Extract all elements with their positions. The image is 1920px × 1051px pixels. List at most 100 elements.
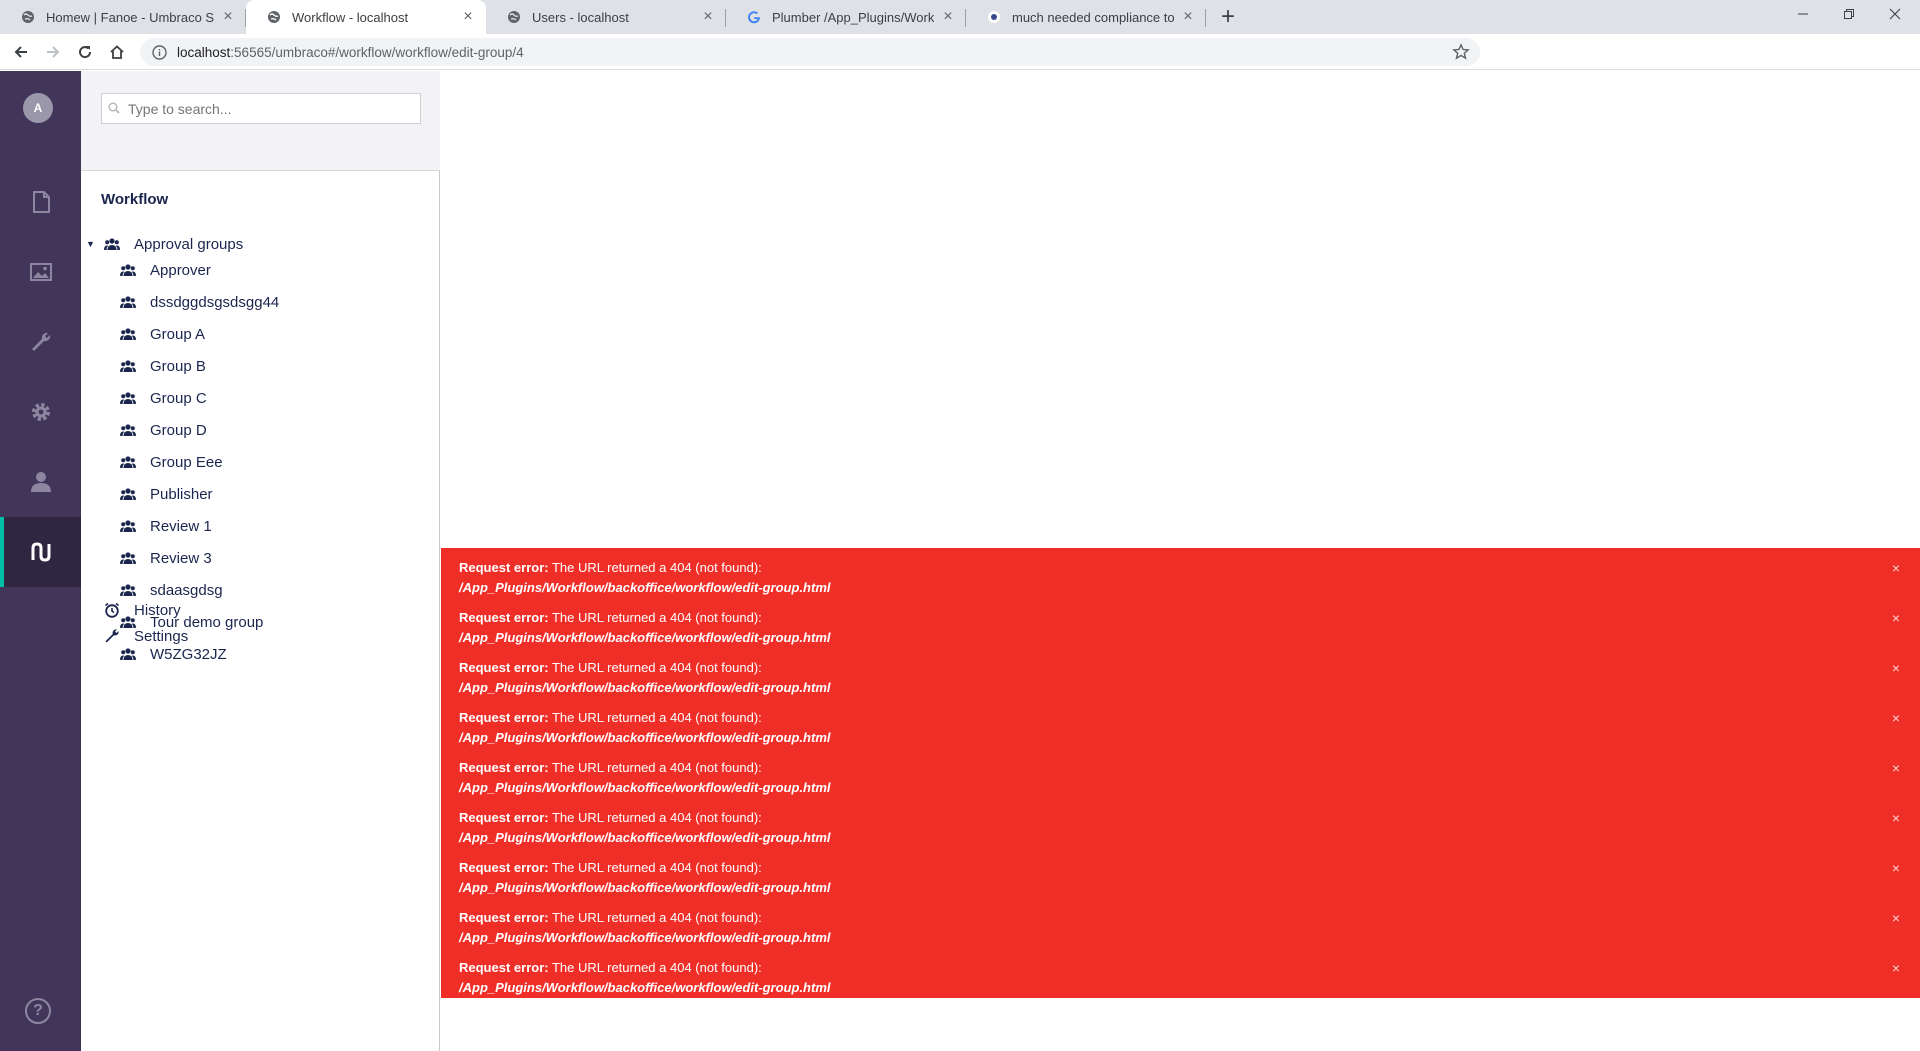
error-heading: Request error: [459,810,549,825]
tree-node-settings[interactable]: Settings [104,623,188,649]
error-path: /App_Plugins/Workflow/backoffice/workflo… [459,580,831,595]
error-heading: Request error: [459,660,549,675]
error-message: The URL returned a 404 (not found): [551,760,762,775]
error-heading: Request error: [459,560,549,575]
section-developer[interactable] [0,377,81,447]
tree-title: Workflow [101,191,169,208]
error-path: /App_Plugins/Workflow/backoffice/workflo… [459,630,831,645]
search-input[interactable] [101,93,421,124]
close-icon[interactable]: × [940,9,956,25]
error-notification: Request error: The URL returned a 404 (n… [459,608,1879,648]
section-workflow[interactable] [0,517,81,587]
close-icon[interactable]: × [1180,9,1196,25]
forward-button[interactable] [38,37,68,67]
browser-tab[interactable]: Homew | Fanoe - Umbraco Starter × [0,0,246,34]
help-icon[interactable]: ? [25,998,51,1024]
tree-node-group[interactable]: Group A [120,321,205,347]
home-button[interactable] [102,37,132,67]
tree-node-label: Group D [150,421,207,439]
tree-search-area [81,71,440,171]
section-settings[interactable] [0,307,81,377]
users-icon [120,486,136,502]
section-media[interactable] [0,237,81,307]
error-message: The URL returned a 404 (not found): [551,660,762,675]
gear-icon [31,403,50,421]
tree-node-approval-groups[interactable]: ▼ Approval groups [86,231,243,257]
tree-node-group[interactable]: Group C [120,385,207,411]
close-icon[interactable]: × [1888,910,1904,926]
close-icon[interactable]: × [220,9,236,25]
back-button[interactable] [6,37,36,67]
tree-node-group[interactable]: Approver [120,257,211,283]
tree-node-group[interactable]: Group Eee [120,449,223,475]
tree-node-group[interactable]: Review 3 [120,545,212,571]
users-icon [120,518,136,534]
error-path: /App_Plugins/Workflow/backoffice/workflo… [459,730,831,745]
arrow-left-icon [14,46,27,58]
close-icon[interactable]: × [1888,710,1904,726]
users-icon [120,358,136,374]
reload-button[interactable] [70,37,100,67]
home-icon [110,45,124,59]
caret-down-icon[interactable]: ▼ [86,239,96,249]
tree-node-group[interactable]: Review 1 [120,513,212,539]
close-icon[interactable]: × [1888,610,1904,626]
close-icon[interactable]: × [460,9,476,25]
info-icon[interactable] [152,44,167,60]
section-sidebar: A ? [0,71,81,1051]
tree-node-group[interactable]: dssdggdsgsdsgg44 [120,289,279,315]
close-window-button[interactable] [1872,0,1918,30]
close-icon[interactable]: × [1888,810,1904,826]
tab-title: Homew | Fanoe - Umbraco Starter [46,9,214,25]
address-bar[interactable]: localhost:56565/umbraco#/workflow/workfl… [140,38,1480,66]
browser-tab[interactable]: Users - localhost × [486,0,726,34]
error-message: The URL returned a 404 (not found): [551,960,762,975]
error-notification: Request error: The URL returned a 404 (n… [459,658,1879,698]
tree-node-group[interactable]: Group D [120,417,207,443]
new-tab-button[interactable]: + [1214,4,1242,32]
minimize-button[interactable] [1780,0,1826,30]
globe-icon [20,9,36,25]
tab-title: Workflow - localhost [292,9,409,25]
error-notification: Request error: The URL returned a 404 (n… [459,708,1879,748]
tree-node-group[interactable]: Group B [120,353,206,379]
browser-toolbar: localhost:56565/umbraco#/workflow/workfl… [0,34,1920,95]
users-icon [104,236,120,252]
close-icon[interactable]: × [700,9,716,25]
search-icon [108,102,120,114]
clock-icon [104,602,120,618]
error-heading: Request error: [459,610,549,625]
close-icon[interactable]: × [1888,660,1904,676]
tree-node-label: Group Eee [150,453,223,471]
google-icon [746,9,762,25]
tab-title: much needed compliance toolset [1012,9,1174,25]
browser-tab-active[interactable]: Workflow - localhost × [246,0,486,34]
error-notification: Request error: The URL returned a 404 (n… [459,858,1879,898]
avatar[interactable]: A [23,93,53,123]
browser-tab-bar: Homew | Fanoe - Umbraco Starter × Workfl… [0,0,1920,34]
tree-node-group[interactable]: Publisher [120,481,213,507]
tab-title: Plumber /App_Plugins/Workflow [772,9,934,25]
browser-tab[interactable]: much needed compliance toolset × [966,0,1206,34]
error-notification: Request error: The URL returned a 404 (n… [459,908,1879,948]
image-icon [29,263,52,281]
section-users[interactable] [0,447,81,517]
close-icon[interactable]: × [1888,760,1904,776]
close-icon[interactable]: × [1888,560,1904,576]
workflow-icon [31,542,50,562]
reload-icon [79,46,92,59]
browser-tab[interactable]: Plumber /App_Plugins/Workflow × [726,0,966,34]
error-heading: Request error: [459,860,549,875]
users-icon [120,422,136,438]
bookmark-star-icon[interactable] [1452,43,1470,61]
close-icon[interactable]: × [1888,860,1904,876]
main-content: Request error: The URL returned a 404 (n… [441,71,1920,1051]
tree-node-history[interactable]: History [104,597,181,623]
users-icon [120,582,136,598]
error-path: /App_Plugins/Workflow/backoffice/workflo… [459,780,831,795]
users-icon [120,294,136,310]
close-icon[interactable]: × [1888,960,1904,976]
restore-button[interactable] [1826,0,1872,30]
section-content[interactable] [0,167,81,237]
tree-node-label: Group C [150,389,207,407]
